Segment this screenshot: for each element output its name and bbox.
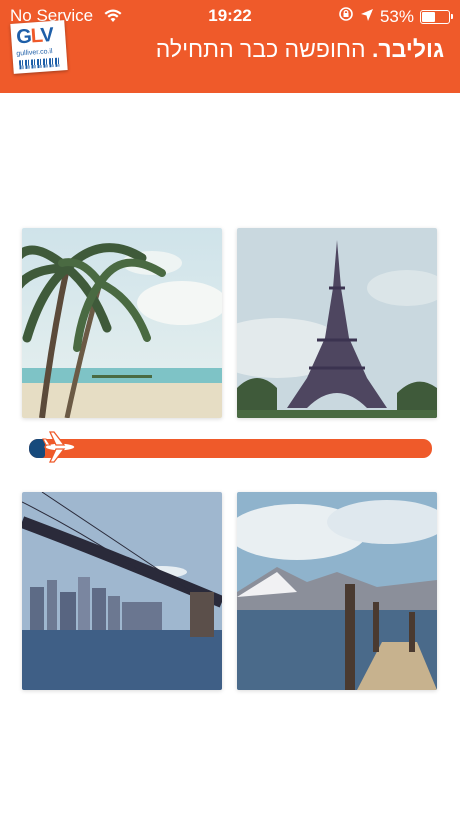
- barcode-icon: [18, 57, 60, 70]
- airplane-icon: [42, 431, 76, 463]
- location-arrow-icon: [360, 7, 374, 27]
- battery-fill: [422, 11, 435, 22]
- logo-url: gulliver.co.il: [16, 48, 53, 58]
- status-right: 53%: [338, 6, 453, 27]
- loading-progress-track: [29, 439, 432, 458]
- orientation-lock-icon: [338, 6, 354, 27]
- tagline-text: החופשה כבר התחילה: [155, 36, 373, 62]
- photo-pier: [237, 492, 437, 690]
- battery-percent: 53%: [379, 6, 414, 26]
- photo-bridge: [22, 492, 222, 690]
- app-header: No Service 19:22 53% GLV gulliver.co.il …: [0, 0, 460, 93]
- photo-beach: [22, 228, 222, 418]
- battery-icon: [420, 9, 453, 24]
- header-tagline: גוליבר. החופשה כבר התחילה: [156, 36, 444, 63]
- gulliver-logo[interactable]: GLV gulliver.co.il: [10, 20, 68, 74]
- logo-mark: GLV: [15, 24, 54, 49]
- status-bar: No Service 19:22 53%: [0, 0, 460, 32]
- tagline-brand: גוליבר.: [372, 36, 444, 62]
- photo-eiffel: [237, 228, 437, 418]
